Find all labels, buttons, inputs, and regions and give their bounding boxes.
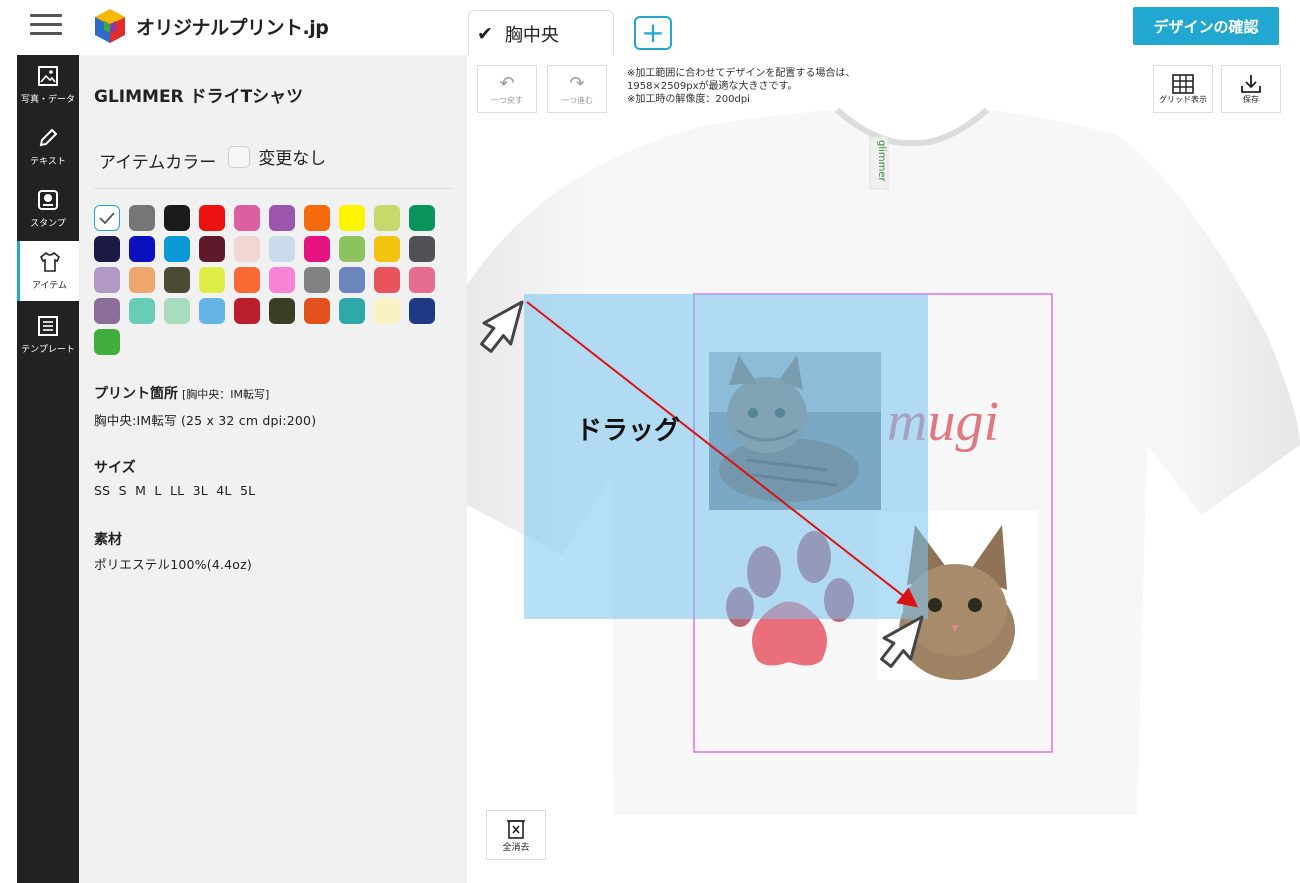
size-list: SS S M L LL 3L 4L 5L (94, 483, 256, 498)
no-change-checkbox[interactable] (228, 145, 251, 168)
rail-label: 写真・データ (20, 95, 75, 105)
color-swatch[interactable] (234, 267, 260, 293)
color-swatch[interactable] (374, 236, 400, 262)
color-swatch[interactable] (374, 298, 400, 324)
rail-label: スタンプ (30, 219, 66, 229)
hamburger-menu-icon[interactable] (30, 14, 62, 38)
design-layer: mugi (480, 293, 1053, 753)
color-swatch[interactable] (234, 236, 260, 262)
no-change-label: 変更なし (258, 149, 327, 169)
color-swatch[interactable] (304, 205, 330, 231)
color-swatch[interactable] (129, 205, 155, 231)
tool-rail: 写真・データ テキスト スタンプ アイテム テンプレート (17, 55, 79, 883)
print-location-tag: [胸中央：IM転写] (182, 388, 270, 401)
color-swatch[interactable] (339, 267, 365, 293)
item-color-label: アイテムカラー (99, 153, 217, 173)
color-swatch[interactable] (199, 267, 225, 293)
color-swatch[interactable] (94, 298, 120, 324)
color-swatch[interactable] (269, 205, 295, 231)
color-swatch[interactable] (129, 298, 155, 324)
color-swatch[interactable] (234, 205, 260, 231)
color-swatch[interactable] (164, 298, 190, 324)
color-swatch[interactable] (164, 236, 190, 262)
tab-label: 胸中央 (504, 24, 559, 46)
item-panel: GLIMMER ドライTシャツ アイテムカラー 変更なし プリント箇所 [胸中央：… (79, 55, 467, 883)
color-swatch[interactable] (339, 236, 365, 262)
size-heading: サイズ (94, 460, 136, 476)
add-tab-button[interactable]: + (634, 16, 672, 50)
color-swatch[interactable] (164, 205, 190, 231)
color-swatch[interactable] (199, 205, 225, 231)
color-swatch[interactable] (374, 205, 400, 231)
color-swatch[interactable] (374, 267, 400, 293)
color-swatch[interactable] (339, 298, 365, 324)
logo-text: オリジナルプリント.jp (136, 16, 329, 39)
color-swatch[interactable] (129, 267, 155, 293)
image-icon (38, 66, 58, 86)
top-header: オリジナルプリント.jp ✔ 胸中央 + デザインの確認 (0, 0, 1300, 56)
product-name: GLIMMER ドライTシャツ (94, 87, 304, 107)
color-swatch[interactable] (409, 267, 435, 293)
color-swatch[interactable] (409, 298, 435, 324)
color-swatch[interactable] (269, 298, 295, 324)
list-icon (38, 316, 58, 336)
rail-item-stamp[interactable]: スタンプ (17, 179, 79, 237)
color-swatch-grid (94, 205, 435, 355)
stamp-icon (38, 190, 58, 210)
check-icon: ✔ (477, 22, 493, 45)
color-swatch[interactable] (164, 267, 190, 293)
app-root: オリジナルプリント.jp ✔ 胸中央 + デザインの確認 写真・データ テキスト… (0, 0, 1300, 883)
pen-icon (39, 128, 58, 147)
color-swatch[interactable] (199, 236, 225, 262)
color-swatch[interactable] (234, 298, 260, 324)
print-location-value: 胸中央:IM転写 (25 x 32 cm dpi:200) (94, 413, 317, 428)
color-swatch[interactable] (94, 205, 120, 231)
color-swatch[interactable] (304, 298, 330, 324)
rail-label: テンプレート (21, 345, 75, 355)
color-swatch[interactable] (94, 267, 120, 293)
item-color-header: アイテムカラー 変更なし (99, 145, 326, 173)
clear-label: 全消去 (502, 842, 530, 853)
color-swatch[interactable] (409, 236, 435, 262)
rail-item-photo[interactable]: 写真・データ (17, 55, 79, 113)
color-swatch[interactable] (94, 236, 120, 262)
tshirt-icon (39, 251, 60, 272)
rail-item-text[interactable]: テキスト (17, 117, 79, 175)
color-swatch[interactable] (199, 298, 225, 324)
rail-item-item[interactable]: アイテム (17, 241, 79, 301)
color-swatch[interactable] (339, 205, 365, 231)
color-swatch[interactable] (304, 267, 330, 293)
design-canvas[interactable]: glimmer ↶ 一つ戻す ↷ 一つ進む ※加工範囲に合わせてデザインを配置す… (467, 55, 1300, 883)
color-swatch[interactable] (94, 329, 120, 355)
material-value: ポリエステル100%(4.4oz) (94, 557, 252, 572)
color-swatch[interactable] (129, 236, 155, 262)
rail-label: アイテム (31, 281, 68, 291)
rail-item-template[interactable]: テンプレート (17, 305, 79, 363)
confirm-design-button[interactable]: デザインの確認 (1133, 7, 1279, 45)
material-heading: 素材 (94, 532, 122, 548)
color-swatch[interactable] (269, 236, 295, 262)
no-change-option[interactable]: 変更なし (228, 144, 326, 169)
tab-chest-center[interactable]: ✔ 胸中央 (468, 10, 614, 56)
color-swatch[interactable] (409, 205, 435, 231)
color-swatch[interactable] (269, 267, 295, 293)
divider (94, 188, 452, 189)
print-location-label: プリント箇所 (94, 386, 178, 402)
logo-cube-icon (95, 9, 125, 43)
check-icon (99, 212, 115, 225)
color-swatch[interactable] (304, 236, 330, 262)
rail-label: テキスト (30, 157, 66, 167)
trash-icon (507, 819, 525, 839)
site-logo[interactable]: オリジナルプリント.jp (92, 7, 329, 45)
drag-label: ドラッグ (576, 416, 681, 446)
clear-all-button[interactable]: 全消去 (486, 810, 546, 860)
print-location-heading: プリント箇所 [胸中央：IM転写] (94, 383, 269, 403)
